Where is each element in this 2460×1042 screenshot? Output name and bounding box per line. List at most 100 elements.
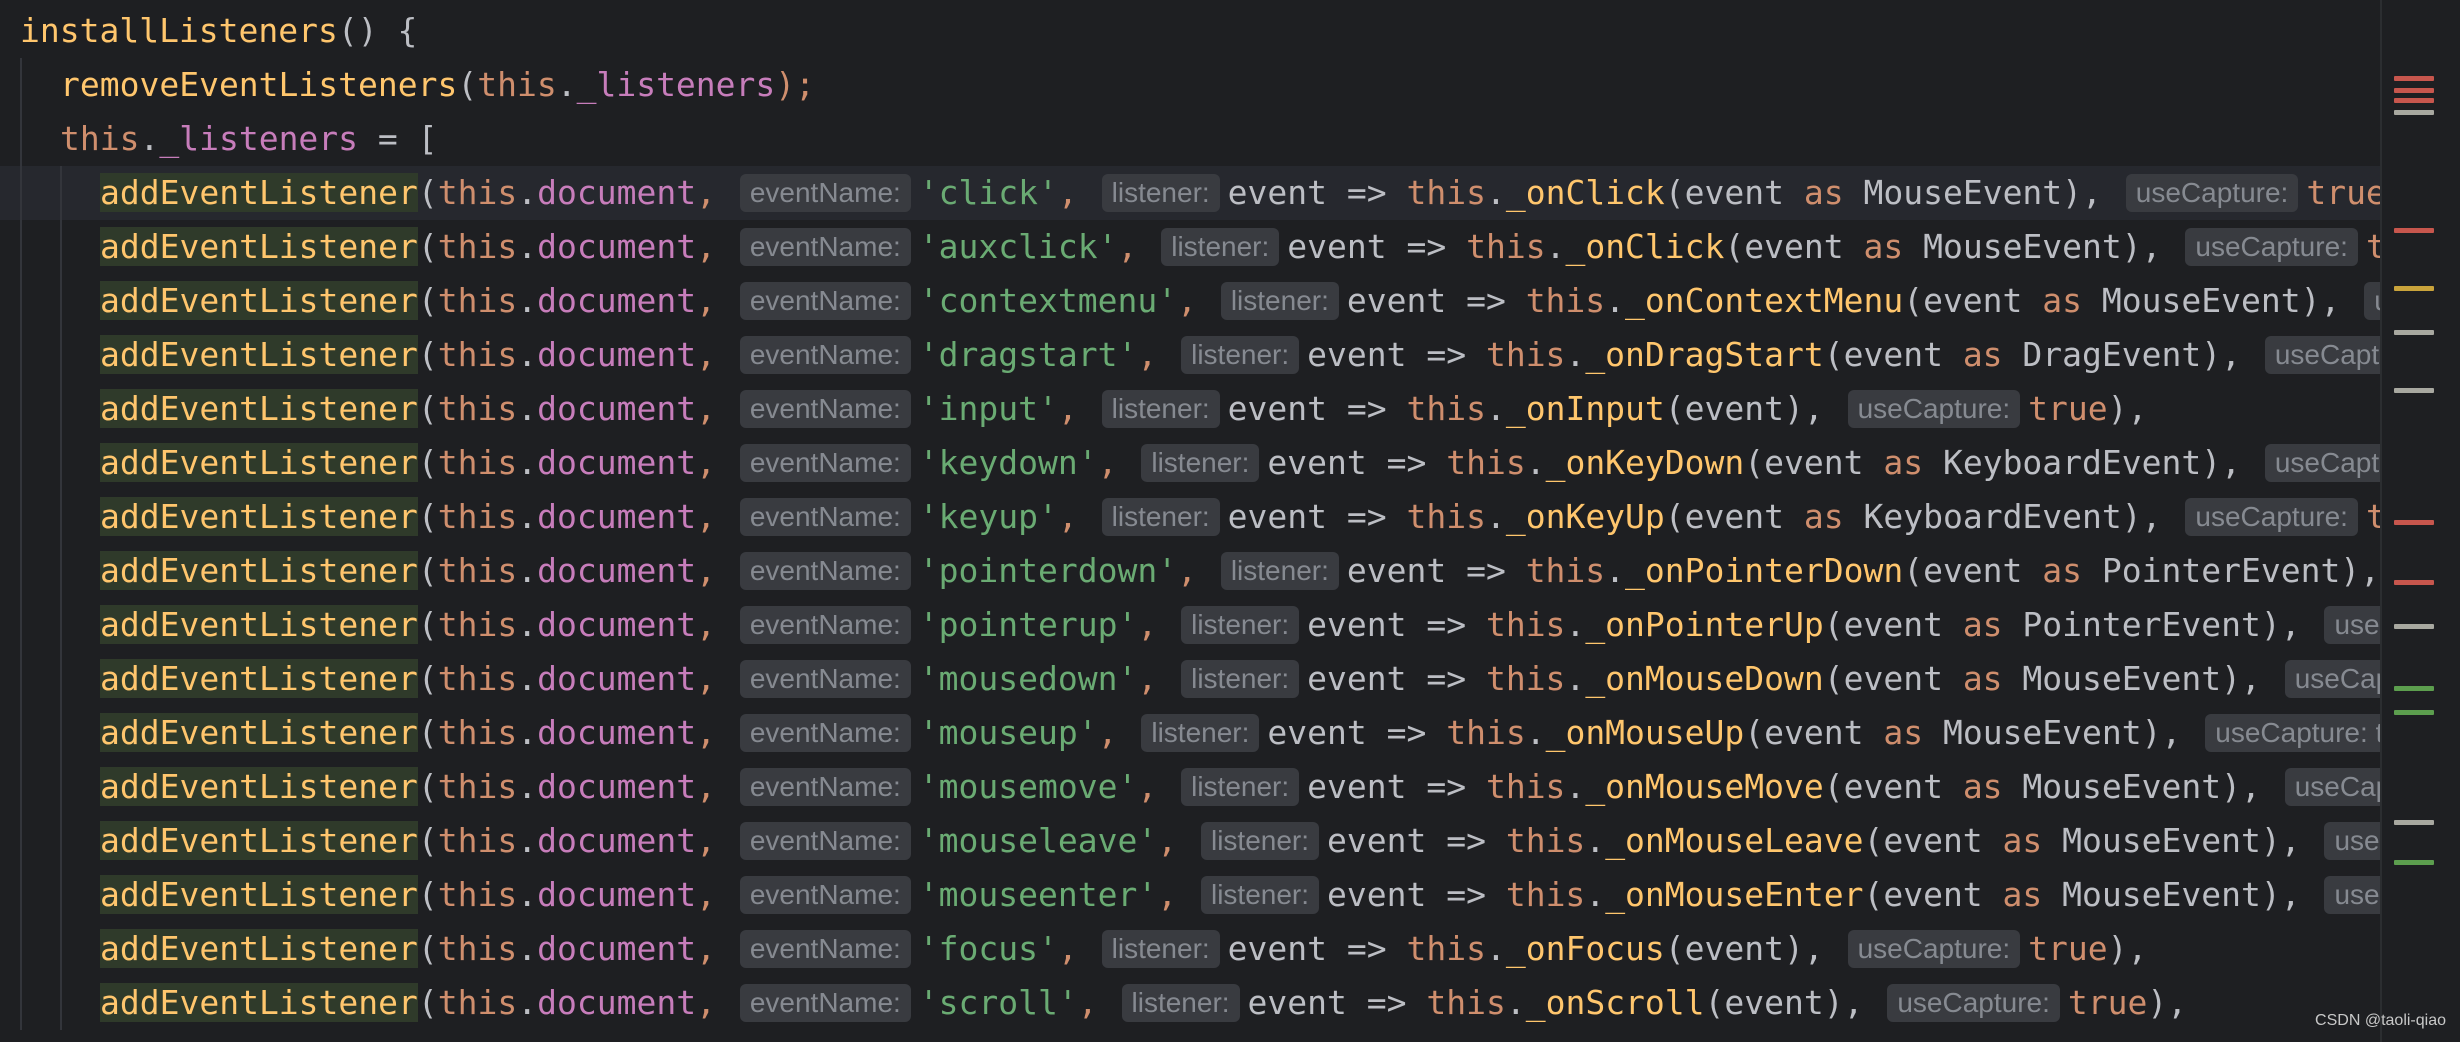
- code-token: .: [139, 119, 160, 158]
- code-line[interactable]: addEventListener(this.document, eventNam…: [0, 976, 2380, 1030]
- code-token: MouseEvent),: [2082, 281, 2361, 320]
- code-token: _onMouseDown: [1585, 659, 1824, 698]
- indent-guide: [20, 220, 22, 274]
- code-token: addEventListener: [100, 551, 418, 590]
- error-stripe-mark[interactable]: [2394, 580, 2434, 585]
- error-stripe-mark[interactable]: [2394, 228, 2434, 233]
- code-line[interactable]: addEventListener(this.document, eventNam…: [0, 922, 2380, 976]
- code-text: installListeners() {: [20, 4, 417, 58]
- code-text: addEventListener(this.document, eventNam…: [100, 652, 2380, 706]
- parameter-hint: useCapt: [2284, 768, 2380, 806]
- code-line[interactable]: removeEventListeners(this._listeners);: [0, 58, 2380, 112]
- error-stripe-mark[interactable]: [2394, 624, 2434, 629]
- code-token: addEventListener: [100, 929, 418, 968]
- parameter-hint: listener:: [1200, 822, 1320, 860]
- code-text: addEventListener(this.document, eventNam…: [100, 544, 2380, 598]
- code-line[interactable]: addEventListener(this.document, eventNam…: [0, 166, 2380, 220]
- code-token: .: [1485, 929, 1506, 968]
- code-token: ,: [696, 551, 736, 590]
- error-stripe-mark[interactable]: [2394, 330, 2434, 335]
- code-token: event =>: [1307, 659, 1486, 698]
- code-token: PointerEvent),: [2002, 605, 2321, 644]
- indent-guide: [20, 382, 22, 436]
- error-stripe-mark[interactable]: [2394, 860, 2434, 865]
- code-token: (: [417, 443, 438, 482]
- code-token: (: [417, 659, 438, 698]
- code-token: _onMouseLeave: [1605, 821, 1864, 860]
- code-line[interactable]: addEventListener(this.document, eventNam…: [0, 436, 2380, 490]
- parameter-hint: useCapture:: [2185, 228, 2358, 266]
- error-stripe-mark[interactable]: [2394, 686, 2434, 691]
- code-line[interactable]: addEventListener(this.document, eventNam…: [0, 274, 2380, 328]
- error-stripe-mark[interactable]: [2394, 520, 2434, 525]
- code-token: (event: [1823, 605, 1963, 644]
- error-stripe-mark[interactable]: [2394, 820, 2434, 825]
- code-text: addEventListener(this.document, eventNam…: [100, 760, 2380, 814]
- scrollbar[interactable]: [2440, 0, 2460, 1042]
- code-token: this: [437, 929, 518, 968]
- code-line[interactable]: addEventListener(this.document, eventNam…: [0, 760, 2380, 814]
- code-token: this: [437, 173, 518, 212]
- code-token: event =>: [1327, 875, 1506, 914]
- code-line[interactable]: addEventListener(this.document, eventNam…: [0, 220, 2380, 274]
- code-line[interactable]: addEventListener(this.document, eventNam…: [0, 868, 2380, 922]
- code-token: .: [1485, 173, 1506, 212]
- code-token: (: [417, 281, 438, 320]
- error-stripe-mark[interactable]: [2394, 76, 2434, 81]
- indent-guide: [60, 436, 62, 490]
- code-token: ,: [696, 443, 736, 482]
- code-token: (event: [1903, 551, 2043, 590]
- code-line[interactable]: addEventListener(this.document, eventNam…: [0, 490, 2380, 544]
- error-stripe-mark[interactable]: [2394, 388, 2434, 393]
- code-token: (: [457, 65, 478, 104]
- parameter-hint: useCaptu: [2264, 444, 2380, 482]
- code-editor[interactable]: installListeners() {removeEventListeners…: [0, 0, 2380, 1042]
- code-token: addEventListener: [100, 983, 418, 1022]
- code-token: document: [537, 173, 697, 212]
- error-stripe-mark[interactable]: [2394, 98, 2434, 103]
- code-token: ,: [1137, 659, 1178, 698]
- indent-guide: [60, 598, 62, 652]
- code-text: addEventListener(this.document, eventNam…: [100, 976, 2187, 1030]
- parameter-hint: eventName:: [739, 768, 911, 806]
- error-stripe-mark[interactable]: [2394, 88, 2434, 93]
- code-line[interactable]: addEventListener(this.document, eventNam…: [0, 598, 2380, 652]
- code-token: PointerEvent),: [2082, 551, 2380, 590]
- code-token: .: [517, 767, 538, 806]
- code-token: document: [537, 983, 697, 1022]
- error-stripe-mark[interactable]: [2394, 110, 2434, 115]
- error-stripe-mark[interactable]: [2394, 710, 2434, 715]
- code-token: as: [1962, 767, 2003, 806]
- code-token: (: [417, 389, 438, 428]
- code-line[interactable]: installListeners() {: [0, 4, 2380, 58]
- code-token: this: [1426, 983, 1506, 1022]
- code-line[interactable]: addEventListener(this.document, eventNam…: [0, 652, 2380, 706]
- code-line[interactable]: addEventListener(this.document, eventNam…: [0, 382, 2380, 436]
- code-text: addEventListener(this.document, eventNam…: [100, 166, 2380, 220]
- indent-guide: [20, 652, 22, 706]
- code-token: this: [1446, 443, 1526, 482]
- code-token: this: [1406, 389, 1486, 428]
- code-token: event =>: [1287, 227, 1467, 266]
- code-line[interactable]: addEventListener(this.document, eventNam…: [0, 706, 2380, 760]
- code-token: (event: [1823, 767, 1963, 806]
- code-token: this: [437, 281, 518, 320]
- code-token: 'contextmenu': [918, 281, 1178, 320]
- parameter-hint: listener:: [1101, 930, 1220, 968]
- code-text: addEventListener(this.document, eventNam…: [100, 274, 2380, 328]
- code-token: (: [417, 929, 438, 968]
- parameter-hint: useCapture:: [2185, 498, 2358, 536]
- code-line[interactable]: addEventListener(this.document, eventNam…: [0, 544, 2380, 598]
- code-token: as: [1962, 659, 2003, 698]
- code-token: 'dragstart': [918, 335, 1138, 374]
- code-token: ,: [696, 227, 736, 266]
- code-line[interactable]: this._listeners = [: [0, 112, 2380, 166]
- code-line[interactable]: addEventListener(this.document, eventNam…: [0, 328, 2380, 382]
- indent-guide: [20, 760, 22, 814]
- code-token: tr: [2365, 497, 2380, 536]
- code-token: (event: [1744, 443, 1884, 482]
- parameter-hint: eventName:: [739, 714, 911, 752]
- error-stripe-mark[interactable]: [2394, 286, 2434, 291]
- code-text: addEventListener(this.document, eventNam…: [100, 868, 2380, 922]
- code-line[interactable]: addEventListener(this.document, eventNam…: [0, 814, 2380, 868]
